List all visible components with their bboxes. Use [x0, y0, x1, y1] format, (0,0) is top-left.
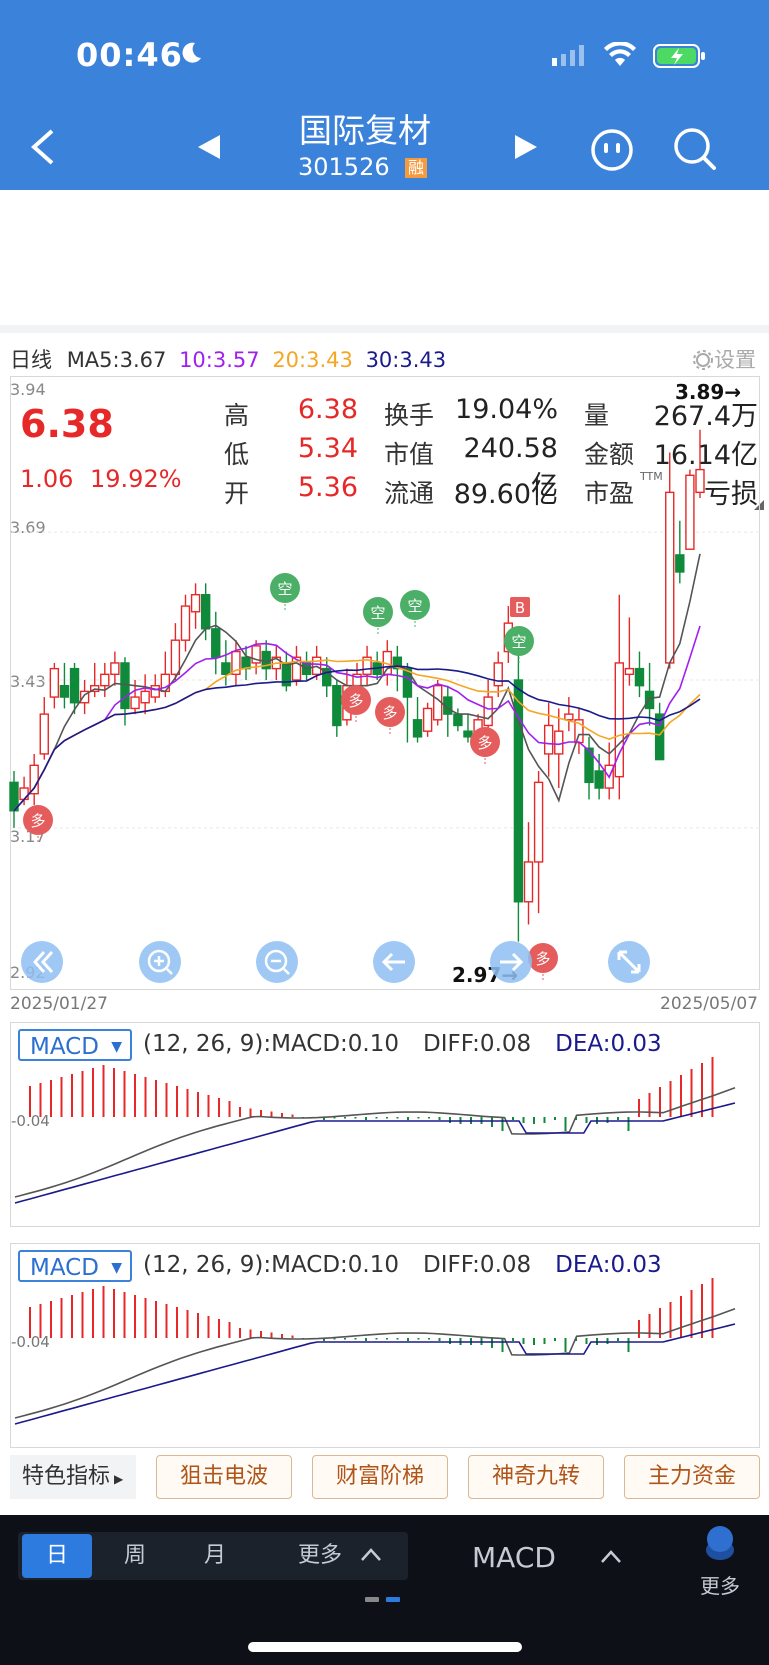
feature-indicators-text: 特色指标 — [22, 1464, 111, 1489]
feature-magic-nine-label: 神奇九转 — [491, 1464, 580, 1489]
feature-sniper-wave-label: 狙击电波 — [179, 1464, 268, 1489]
indicator-select[interactable]: MACD — [472, 1541, 556, 1574]
tab-month[interactable]: 月 — [180, 1534, 250, 1578]
feature-magic-nine[interactable]: 神奇九转 — [468, 1455, 604, 1499]
feature-wealth-ladder[interactable]: 财富阶梯 — [312, 1455, 448, 1499]
macd-select-2-label: MACD — [30, 1255, 99, 1281]
dea-line — [14, 1102, 736, 1204]
tab-more[interactable]: 更多 — [290, 1534, 350, 1578]
diff-line — [14, 1086, 736, 1198]
feature-wealth-ladder-label: 财富阶梯 — [335, 1464, 424, 1489]
macd-zero-2: -0.04 — [11, 1333, 50, 1351]
home-indicator — [248, 1642, 522, 1652]
feature-indicators-label[interactable]: 特色指标 ▶ — [10, 1455, 136, 1499]
macd-diff-2: DIFF:0.08 — [423, 1252, 532, 1278]
macd-select-2[interactable]: MACD ▼ — [18, 1250, 132, 1282]
macd-params-2: (12, 26, 9):MACD:0.10 — [143, 1252, 400, 1278]
dropdown-icon: ▼ — [111, 1260, 122, 1276]
feature-main-funds[interactable]: 主力资金 — [624, 1455, 760, 1499]
caret-right-icon: ▶ — [114, 1472, 124, 1486]
chevron-up-icon[interactable] — [600, 1548, 622, 1564]
tab-week[interactable]: 周 — [100, 1534, 170, 1578]
page-indicator-1 — [365, 1597, 379, 1602]
tab-day[interactable]: 日 — [22, 1534, 92, 1578]
feature-sniper-wave[interactable]: 狙击电波 — [156, 1455, 292, 1499]
more-layers-icon[interactable] — [704, 1524, 736, 1564]
page-indicator-2 — [386, 1597, 400, 1602]
feature-main-funds-label: 主力资金 — [647, 1464, 736, 1489]
macd-dea-2: DEA:0.03 — [555, 1252, 662, 1278]
more-button-label[interactable]: 更多 — [700, 1570, 740, 1599]
macd-values-2: (12, 26, 9):MACD:0.10 DIFF:0.08 DEA:0.03 — [143, 1252, 662, 1278]
chevron-up-icon[interactable] — [360, 1546, 382, 1562]
